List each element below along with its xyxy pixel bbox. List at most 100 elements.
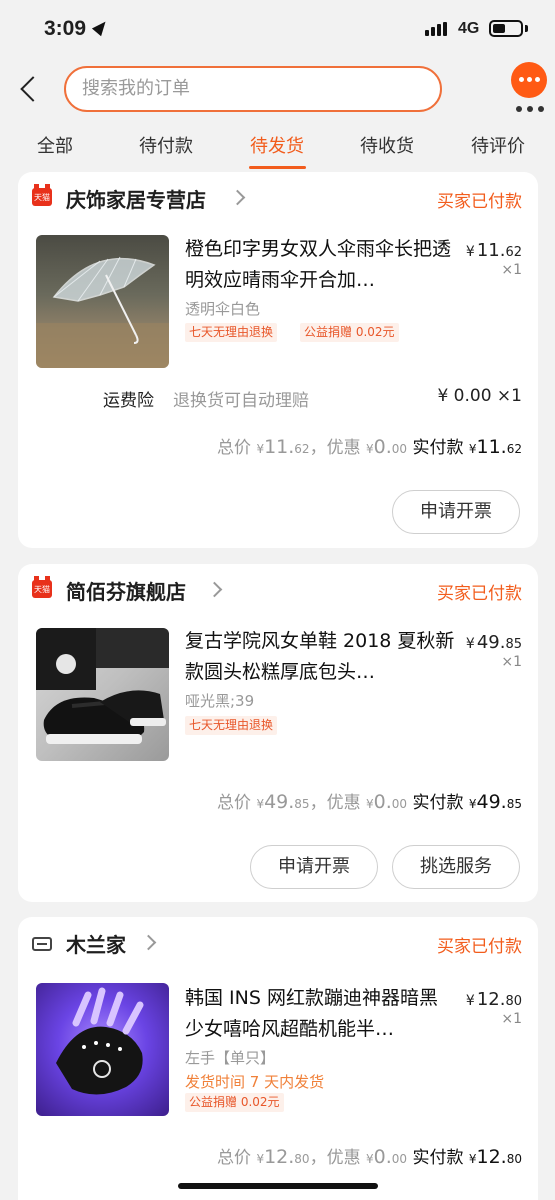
total-label: 总价 — [217, 438, 252, 458]
order-tabs: 全部 待付款 待发货 待收货 待评价 — [0, 128, 555, 172]
price-cents: 80 — [505, 994, 522, 1009]
paid-integer: 49. — [476, 791, 507, 813]
shop-name[interactable]: 木兰家 — [66, 929, 126, 958]
shop-name[interactable]: 简佰芬旗舰店 — [66, 576, 186, 605]
product-price: ¥12.80 — [466, 989, 522, 1010]
total-integer: 11. — [264, 436, 295, 458]
tab-pending-receipt[interactable]: 待收货 — [360, 132, 414, 158]
currency-symbol: ¥ — [468, 442, 477, 456]
discount-label: ，优惠 — [309, 1148, 361, 1168]
tab-pending-payment[interactable]: 待付款 — [139, 132, 193, 158]
product-price: ¥49.85 — [466, 632, 522, 653]
order-card: 天猫 庆饰家居专营店 买家已付款 橙色印字男女双人伞雨伞长把透明效应晴雨伞开合加… — [18, 172, 538, 548]
order-status: 买家已付款 — [437, 192, 522, 212]
tab-pending-review[interactable]: 待评价 — [471, 132, 525, 158]
discount-integer: 0. — [373, 1146, 392, 1168]
back-icon[interactable] — [16, 75, 42, 103]
paid-amount: 实付款 ¥12.80 — [412, 1146, 522, 1168]
search-input[interactable]: 搜索我的订单 — [64, 66, 442, 112]
price-integer: 12. — [476, 989, 506, 1010]
shop-name[interactable]: 庆饰家居专营店 — [66, 184, 206, 213]
product-title[interactable]: 韩国 INS 网红款蹦迪神器暗黑少女嘻哈风超酷机能半… — [185, 983, 455, 1045]
return-policy-tag: 七天无理由退换 — [185, 716, 278, 735]
discount-label: ，优惠 — [309, 438, 361, 458]
product-image-umbrella[interactable] — [36, 235, 169, 368]
tab-pending-shipment[interactable]: 待发货 — [250, 132, 304, 158]
paid-amount: 实付款 ¥11.62 — [412, 436, 522, 458]
currency-symbol: ¥ — [465, 636, 475, 652]
total-cents: 85 — [294, 797, 310, 811]
select-service-button[interactable]: 挑选服务 — [392, 845, 520, 889]
request-invoice-button[interactable]: 申请开票 — [392, 490, 520, 534]
tmall-logo: 天猫 — [32, 576, 52, 598]
product-image-glove[interactable] — [36, 983, 169, 1116]
store-icon — [32, 937, 52, 951]
currency-symbol: ¥ — [256, 1152, 265, 1166]
product-title[interactable]: 橙色印字男女双人伞雨伞长把透明效应晴雨伞开合加… — [185, 234, 455, 296]
order-status: 买家已付款 — [437, 584, 522, 604]
price-cents: 85 — [505, 637, 522, 652]
total-label: 总价 — [217, 793, 252, 813]
shipping-insurance-price: ¥ 0.00 ×1 — [437, 386, 522, 406]
paid-integer: 11. — [476, 436, 507, 458]
product-title[interactable]: 复古学院风女单鞋 2018 夏秋新款圆头松糕厚底包头… — [185, 626, 455, 688]
currency-symbol: ¥ — [465, 993, 475, 1009]
discount-integer: 0. — [373, 791, 392, 813]
product-quantity: ×1 — [501, 1011, 522, 1027]
currency-symbol: ¥ — [468, 797, 477, 811]
tab-all[interactable]: 全部 — [37, 132, 73, 158]
status-bar: 3:09 4G — [0, 0, 555, 60]
status-time: 3:09 — [44, 17, 87, 40]
discount-cents: 00 — [391, 1152, 408, 1166]
paid-label: 实付款 — [412, 438, 464, 458]
total-cents: 62 — [294, 442, 310, 456]
request-invoice-button[interactable]: 申请开票 — [250, 845, 378, 889]
shipping-insurance-label: 运费险 — [103, 391, 154, 411]
discount-cents: 00 — [391, 442, 408, 456]
total-cents: 80 — [294, 1152, 310, 1166]
discount-cents: 00 — [391, 797, 408, 811]
currency-symbol: ¥ — [256, 442, 265, 456]
order-totals: 总价 ¥11.62，优惠 ¥0.00 实付款 ¥11.62 — [217, 433, 522, 458]
price-cents: 62 — [505, 245, 522, 260]
total-integer: 49. — [264, 791, 295, 813]
paid-cents: 85 — [506, 797, 522, 811]
paid-integer: 12. — [476, 1146, 507, 1168]
currency-symbol: ¥ — [365, 442, 374, 456]
charity-tag: 公益捐赠 0.02元 — [300, 323, 399, 342]
currency-symbol: ¥ — [256, 797, 265, 811]
total-label: 总价 — [217, 1148, 252, 1168]
more-options-icon[interactable] — [514, 106, 546, 112]
return-policy-tag: 七天无理由退换 — [185, 323, 278, 342]
network-type: 4G — [458, 20, 480, 37]
currency-symbol: ¥ — [365, 1152, 374, 1166]
battery-level — [493, 24, 505, 33]
discount-label: ，优惠 — [309, 793, 361, 813]
paid-label: 实付款 — [412, 793, 464, 813]
chevron-right-icon[interactable] — [206, 581, 223, 598]
shipping-time: 发货时间 7 天内发货 — [185, 1073, 325, 1091]
price-integer: 11. — [476, 240, 506, 261]
product-image-shoes[interactable] — [36, 628, 169, 761]
product-quantity: ×1 — [501, 262, 522, 278]
product-sku: 左手【单只】 — [185, 1049, 276, 1067]
currency-symbol: ¥ — [465, 244, 475, 260]
price-integer: 49. — [476, 632, 506, 653]
home-indicator[interactable] — [178, 1183, 378, 1189]
product-sku: 透明伞白色 — [185, 300, 261, 318]
paid-amount: 实付款 ¥49.85 — [412, 791, 522, 813]
search-header: 搜索我的订单 — [0, 62, 555, 116]
message-bubble-icon[interactable] — [511, 62, 547, 98]
location-arrow-icon — [91, 17, 111, 37]
tmall-logo: 天猫 — [32, 184, 52, 206]
chevron-right-icon[interactable] — [229, 189, 246, 206]
active-tab-indicator — [249, 166, 306, 169]
total-integer: 12. — [264, 1146, 295, 1168]
order-totals: 总价 ¥12.80，优惠 ¥0.00 实付款 ¥12.80 — [217, 1143, 522, 1168]
order-totals: 总价 ¥49.85，优惠 ¥0.00 实付款 ¥49.85 — [217, 788, 522, 813]
charity-tag: 公益捐赠 0.02元 — [185, 1093, 284, 1112]
order-card: 木兰家 买家已付款 韩国 INS 网红款蹦迪神器暗黑少女嘻哈风超酷机能半… ¥1… — [18, 917, 538, 1200]
currency-symbol: ¥ — [365, 797, 374, 811]
battery-icon — [489, 20, 523, 37]
chevron-right-icon[interactable] — [140, 934, 157, 951]
